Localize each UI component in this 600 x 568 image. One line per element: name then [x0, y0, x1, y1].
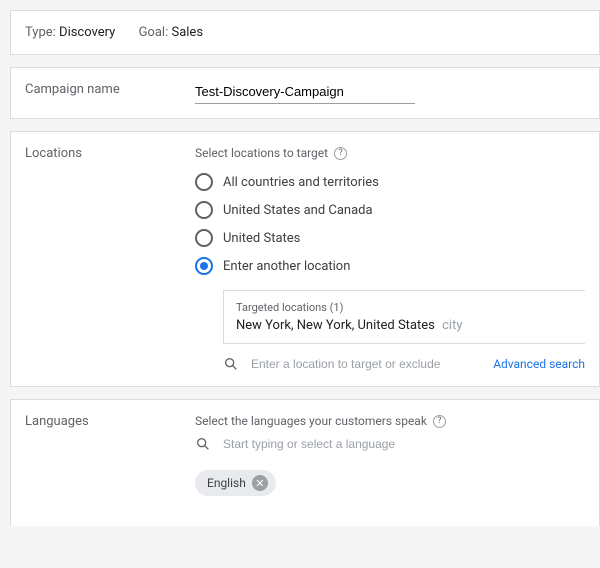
radio-icon — [195, 201, 213, 219]
languages-heading: Select the languages your customers spea… — [195, 414, 427, 428]
remove-chip-icon[interactable]: ✕ — [252, 475, 268, 491]
radio-icon — [195, 173, 213, 191]
locations-label: Locations — [25, 146, 195, 372]
languages-card: Languages Select the languages your cust… — [10, 399, 600, 526]
radio-icon — [195, 257, 213, 275]
location-option-label: United States — [223, 231, 300, 246]
locations-heading: Select locations to target — [195, 146, 328, 160]
targeted-location-kind: city — [442, 318, 462, 333]
locations-card: Locations Select locations to target ? A… — [10, 131, 600, 387]
campaign-header: Type: Discovery Goal: Sales — [10, 10, 600, 55]
campaign-name-card: Campaign name — [10, 67, 600, 119]
location-option-us[interactable]: United States — [195, 224, 585, 252]
location-option-custom[interactable]: Enter another location — [195, 252, 585, 280]
type-value: Discovery — [59, 25, 115, 40]
search-icon — [195, 436, 211, 452]
location-search-input[interactable] — [249, 356, 463, 372]
location-option-label: All countries and territories — [223, 175, 379, 190]
language-chip-label: English — [207, 476, 246, 490]
location-option-all[interactable]: All countries and territories — [195, 168, 585, 196]
campaign-name-input[interactable] — [195, 82, 415, 104]
targeted-locations-box: Targeted locations (1) New York, New Yor… — [223, 290, 585, 344]
search-icon — [223, 356, 239, 372]
campaign-name-label: Campaign name — [25, 82, 195, 104]
language-chip[interactable]: English ✕ — [195, 470, 276, 496]
help-icon[interactable]: ? — [433, 415, 446, 428]
targeted-location-row[interactable]: New York, New York, United States city — [236, 318, 573, 333]
language-search-input[interactable] — [221, 436, 585, 452]
targeted-location-name: New York, New York, United States — [236, 318, 435, 333]
help-icon[interactable]: ? — [334, 147, 347, 160]
languages-label: Languages — [25, 414, 195, 496]
location-option-label: United States and Canada — [223, 203, 373, 218]
goal-key: Goal: — [139, 25, 169, 40]
radio-icon — [195, 229, 213, 247]
goal-value: Sales — [171, 25, 203, 40]
advanced-search-link[interactable]: Advanced search — [493, 357, 585, 371]
targeted-locations-heading: Targeted locations (1) — [236, 301, 573, 314]
location-option-label: Enter another location — [223, 259, 350, 274]
location-option-us-canada[interactable]: United States and Canada — [195, 196, 585, 224]
type-key: Type: — [25, 25, 56, 40]
